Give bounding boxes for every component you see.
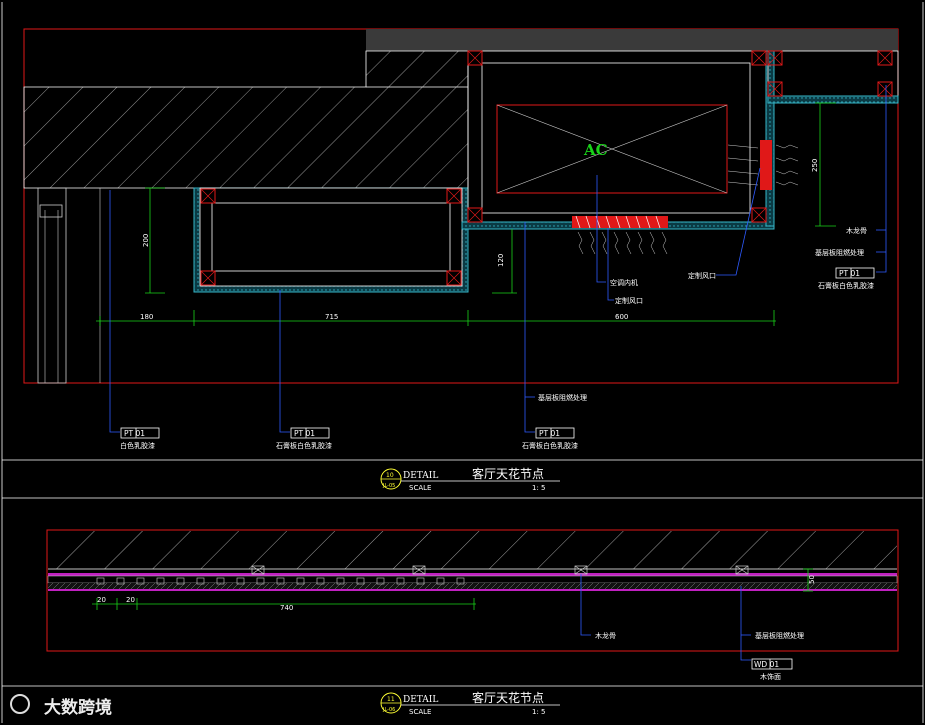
title-block-11: 11 JL-06 DETAIL 客厅天花节点 SCALE 1: 5 <box>380 690 560 716</box>
slab-hatch <box>48 531 897 569</box>
title10-scale-label: SCALE <box>409 484 431 492</box>
side-grille <box>760 140 772 190</box>
note-keel-right: 木龙骨 <box>846 226 867 235</box>
slab-top-right <box>366 29 898 51</box>
tag-middle: PT 01 石膏板白色乳胶漆 <box>276 427 332 450</box>
dim-20a: 20 <box>97 596 106 604</box>
watermark-logo-icon <box>10 694 30 714</box>
watermark-text: 大数跨境 <box>44 697 112 718</box>
tag-wd01: WD 01 木饰面 <box>751 658 793 681</box>
title11-detail: DETAIL <box>403 695 438 705</box>
dim-715: 715 <box>325 313 338 321</box>
tag-wd01-code: WD 01 <box>754 660 779 669</box>
note-outlet-bottom: 定制风口 <box>615 296 643 305</box>
title10-num: 10 <box>386 472 394 479</box>
title11-sheet: JL-06 <box>382 707 395 713</box>
tag-left: PT 01 白色乳胶漆 <box>120 427 160 450</box>
title10-name: 客厅天花节点 <box>472 466 544 481</box>
tag-middle-code: PT 01 <box>294 429 315 438</box>
tag-left-desc: 白色乳胶漆 <box>120 441 155 450</box>
dim-200: 200 <box>142 234 150 247</box>
title11-num: 11 <box>387 696 395 703</box>
tag-right-desc: 石膏板白色乳胶漆 <box>818 281 874 290</box>
dim-180: 180 <box>140 313 153 321</box>
ceiling-right <box>767 50 899 104</box>
tag-bottom-right-desc: 石膏板白色乳胶漆 <box>522 441 578 450</box>
note-fireproof-right: 基层板阻燃处理 <box>815 248 864 257</box>
note-outlet-side: 定制风口 <box>688 271 716 280</box>
title11-scale: 1: 5 <box>532 708 546 716</box>
tag-left-code: PT 01 <box>124 429 145 438</box>
dim-740: 740 <box>280 604 293 612</box>
title10-sheet: JL-05 <box>382 483 395 489</box>
tag-right: PT 01 石膏板白色乳胶漆 <box>818 267 875 290</box>
concrete-slab <box>23 50 469 189</box>
title10-detail: DETAIL <box>403 471 438 481</box>
tag-bottom-right: PT 01 石膏板白色乳胶漆 <box>522 427 578 450</box>
left-wall <box>37 187 101 384</box>
title-block-10: 10 JL-05 DETAIL 客厅天花节点 SCALE 1: 5 <box>380 466 560 492</box>
dim-20b: 20 <box>126 596 135 604</box>
note-ac-unit: 空调内机 <box>610 278 638 287</box>
dim-50: 50 <box>808 575 816 584</box>
tag-bottom-right-code: PT 01 <box>539 429 560 438</box>
note-keel: 木龙骨 <box>595 631 616 640</box>
title11-scale-label: SCALE <box>409 708 431 716</box>
dim-600: 600 <box>615 313 628 321</box>
tag-middle-desc: 石膏板白色乳胶漆 <box>276 441 332 450</box>
detail-11: 20 20 740 50 木龙骨 基层板阻燃处理 WD 01 木饰面 <box>46 529 899 681</box>
ac-label: AC <box>583 141 608 159</box>
dim-120: 120 <box>497 254 505 267</box>
tag-right-code: PT 01 <box>839 269 860 278</box>
tag-wd01-desc: 木饰面 <box>760 672 781 681</box>
dim-250: 250 <box>811 159 819 172</box>
ceiling-box-left <box>193 187 469 293</box>
title10-scale: 1: 5 <box>532 484 546 492</box>
cad-drawing: AC 180 715 600 200 120 250 空调内机 定制风口 定制风… <box>1 2 924 723</box>
detail-10: AC 180 715 600 200 120 250 空调内机 定制风口 定制风… <box>23 28 899 450</box>
note-fireproof: 基层板阻燃处理 <box>755 631 804 640</box>
watermark: 大数跨境 <box>10 694 112 718</box>
title11-name: 客厅天花节点 <box>472 690 544 705</box>
note-fireproof-bottom: 基层板阻燃处理 <box>538 393 587 402</box>
